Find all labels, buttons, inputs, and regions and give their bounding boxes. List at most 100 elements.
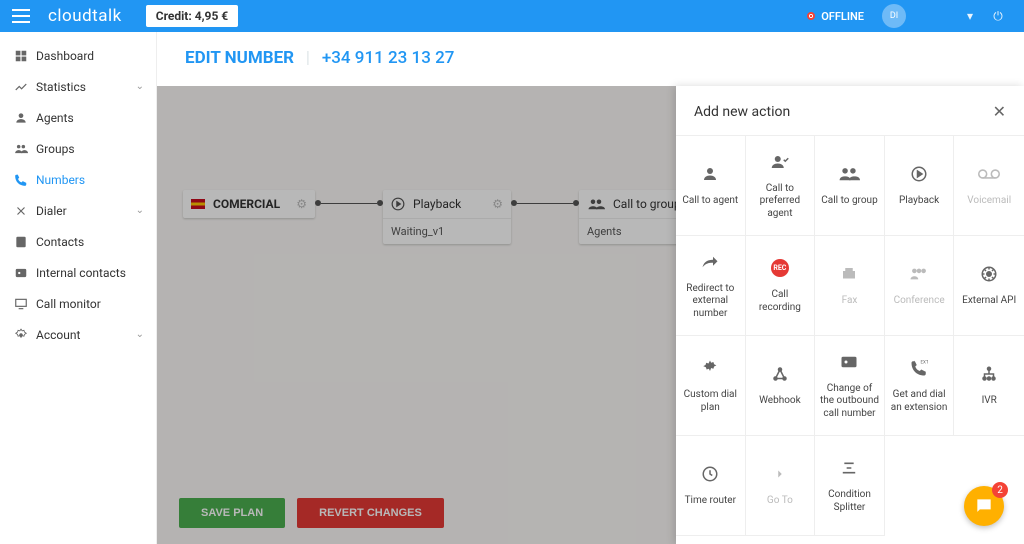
sidebar-item-dialer[interactable]: Dialer ⌄ bbox=[0, 195, 156, 226]
power-icon[interactable]: ⏻ bbox=[984, 9, 1012, 24]
brand-logo: cloudtalk bbox=[48, 6, 122, 26]
webhook-icon bbox=[771, 363, 789, 385]
tile-label: Redirect to external number bbox=[680, 283, 741, 321]
sidebar: Dashboard Statistics ⌄ Agents Groups Numbers D… bbox=[0, 32, 157, 544]
credit-badge[interactable]: Credit: 4,95 € bbox=[146, 5, 238, 27]
sidebar-item-statistics[interactable]: Statistics ⌄ bbox=[0, 71, 156, 102]
sidebar-item-label: Call monitor bbox=[36, 297, 101, 311]
action-tile-call-to-agent[interactable]: Call to agent bbox=[676, 136, 746, 236]
internal-icon bbox=[14, 266, 36, 280]
tile-label: Condition Splitter bbox=[819, 489, 880, 514]
agent-icon bbox=[14, 111, 36, 125]
action-tile-go-to: Go To bbox=[746, 436, 816, 536]
action-tile-time-router[interactable]: Time router bbox=[676, 436, 746, 536]
groups-icon bbox=[14, 142, 36, 156]
tile-label: Call to group bbox=[821, 195, 877, 208]
sidebar-item-label: Dialer bbox=[36, 204, 67, 218]
tile-label: Voicemail bbox=[967, 195, 1011, 208]
sidebar-item-label: Dashboard bbox=[36, 49, 94, 63]
sidebar-item-label: Agents bbox=[36, 111, 74, 125]
tile-label: Custom dial plan bbox=[680, 389, 741, 414]
sidebar-item-label: Numbers bbox=[36, 173, 85, 187]
topbar: cloudtalk Credit: 4,95 € OFFLINE DI ▾ ⏻ bbox=[0, 0, 1024, 32]
sidebar-item-dashboard[interactable]: Dashboard bbox=[0, 40, 156, 71]
status-label: OFFLINE bbox=[821, 10, 864, 23]
sidebar-item-groups[interactable]: Groups bbox=[0, 133, 156, 164]
action-tile-condition-splitter[interactable]: Condition Splitter bbox=[815, 436, 885, 536]
menu-icon[interactable] bbox=[12, 9, 30, 23]
tile-label: Playback bbox=[899, 195, 939, 208]
page-title-label: EDIT NUMBER bbox=[185, 48, 294, 68]
sidebar-item-label: Statistics bbox=[36, 80, 86, 94]
monitor-icon bbox=[14, 297, 36, 311]
action-tile-call-to-preferred-agent[interactable]: Call to preferred agent bbox=[746, 136, 816, 236]
card-icon bbox=[840, 351, 858, 373]
phone-icon bbox=[14, 173, 36, 187]
action-tile-custom-dial-plan[interactable]: Custom dial plan bbox=[676, 336, 746, 436]
page-title: EDIT NUMBER | +34 911 23 13 27 bbox=[157, 32, 1024, 86]
tile-label: Go To bbox=[767, 495, 793, 508]
chat-badge: 2 bbox=[992, 482, 1008, 498]
account-icon bbox=[14, 328, 36, 342]
chevron-down-icon: ⌄ bbox=[136, 81, 144, 92]
group-icon bbox=[838, 163, 860, 185]
action-tile-call-recording[interactable]: RECCall recording bbox=[746, 236, 816, 336]
fax-icon bbox=[840, 263, 858, 285]
sidebar-item-contacts[interactable]: Contacts bbox=[0, 226, 156, 257]
person-check-icon bbox=[770, 151, 790, 173]
tile-label: External API bbox=[962, 295, 1016, 308]
sidebar-item-label: Internal contacts bbox=[36, 266, 126, 280]
chevron-down-icon: ⌄ bbox=[136, 329, 144, 340]
close-icon[interactable]: ✕ bbox=[993, 102, 1006, 121]
ext-icon: EXT bbox=[910, 357, 928, 379]
status-offline[interactable]: OFFLINE bbox=[807, 10, 864, 23]
action-tile-get-and-dial-an-extension[interactable]: EXT Get and dial an extension bbox=[885, 336, 955, 436]
splitter-icon bbox=[841, 457, 857, 479]
svg-text:EXT: EXT bbox=[921, 360, 929, 366]
action-tile-playback[interactable]: Playback bbox=[885, 136, 955, 236]
contacts-icon bbox=[14, 235, 36, 249]
action-tile-external-api[interactable]: External API bbox=[954, 236, 1024, 336]
play-icon bbox=[910, 163, 928, 185]
action-grid: Call to agentCall to preferred agent Call… bbox=[676, 135, 1024, 536]
tile-label: Time router bbox=[685, 495, 736, 508]
sidebar-item-account[interactable]: Account⌄ bbox=[0, 319, 156, 350]
stats-icon bbox=[14, 80, 36, 94]
action-tile-change-of-the-outbound-call-number[interactable]: Change of the outbound call number bbox=[815, 336, 885, 436]
api-icon bbox=[980, 263, 998, 285]
sidebar-item-call-monitor[interactable]: Call monitor bbox=[0, 288, 156, 319]
tile-label: Conference bbox=[894, 295, 945, 308]
chevron-down-icon: ⌄ bbox=[136, 205, 144, 216]
avatar[interactable]: DI bbox=[882, 4, 906, 28]
sidebar-item-internal-contacts[interactable]: Internal contacts bbox=[0, 257, 156, 288]
title-separator: | bbox=[306, 48, 310, 68]
tile-label: Change of the outbound call number bbox=[819, 383, 880, 421]
action-tile-fax: Fax bbox=[815, 236, 885, 336]
action-tile-voicemail: Voicemail bbox=[954, 136, 1024, 236]
add-action-panel: Add new action ✕ Call to agentCall to pr… bbox=[676, 86, 1024, 544]
chevron-down-icon[interactable]: ▾ bbox=[956, 9, 984, 23]
tile-label: Webhook bbox=[759, 395, 801, 408]
goto-icon bbox=[773, 463, 787, 485]
person-icon bbox=[701, 163, 719, 185]
ivr-icon bbox=[980, 363, 998, 385]
voicemail-icon bbox=[978, 163, 1000, 185]
tile-label: Get and dial an extension bbox=[889, 389, 950, 414]
tile-label: Fax bbox=[842, 295, 858, 308]
sidebar-item-agents[interactable]: Agents bbox=[0, 102, 156, 133]
dialer-icon bbox=[14, 204, 36, 218]
action-tile-conference: Conference bbox=[885, 236, 955, 336]
redirect-icon bbox=[701, 251, 719, 273]
action-tile-ivr[interactable]: IVR bbox=[954, 336, 1024, 436]
action-tile-webhook[interactable]: Webhook bbox=[746, 336, 816, 436]
page-number: +34 911 23 13 27 bbox=[322, 48, 455, 68]
sidebar-item-numbers[interactable]: Numbers bbox=[0, 164, 156, 195]
sidebar-item-label: Contacts bbox=[36, 235, 84, 249]
action-tile-call-to-group[interactable]: Call to group bbox=[815, 136, 885, 236]
action-tile-redirect-to-external-number[interactable]: Redirect to external number bbox=[676, 236, 746, 336]
sidebar-item-label: Groups bbox=[36, 142, 75, 156]
clock-icon bbox=[701, 463, 719, 485]
tile-label: IVR bbox=[982, 395, 997, 408]
status-dot-icon bbox=[807, 12, 815, 20]
chat-fab[interactable]: 2 bbox=[964, 486, 1004, 526]
